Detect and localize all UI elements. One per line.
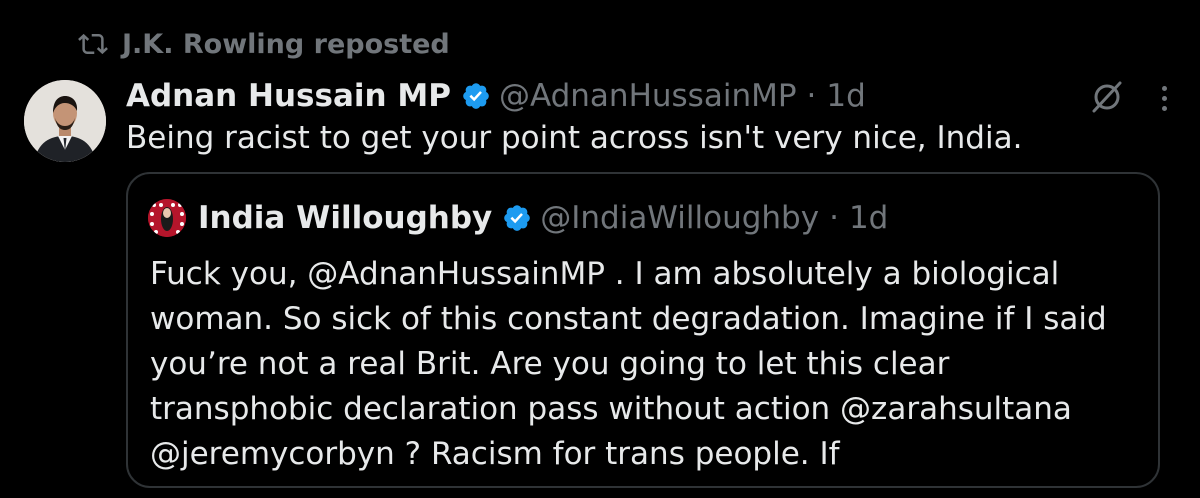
quote-text-line: @jeremycorbyn ? Racism for trans people.… bbox=[150, 436, 840, 472]
quote-author-handle[interactable]: @IndiaWilloughby bbox=[540, 200, 819, 236]
quote-text-line: you’re not a real Brit. Are you going to… bbox=[150, 346, 950, 382]
author-avatar[interactable] bbox=[24, 80, 106, 162]
author-name[interactable]: Adnan Hussain MP bbox=[126, 78, 451, 114]
quote-text: Fuck you, @AdnanHussainMP . I am absolut… bbox=[150, 252, 1150, 477]
more-options-icon[interactable] bbox=[1150, 82, 1178, 114]
quote-text-line: Fuck you, @AdnanHussainMP . I am absolut… bbox=[150, 256, 1060, 292]
quoted-tweet-card[interactable]: India Willoughby @IndiaWilloughby · 1d F… bbox=[126, 172, 1160, 488]
author-handle[interactable]: @AdnanHussainMP bbox=[499, 78, 797, 114]
quote-text-line: transphobic declaration pass without act… bbox=[150, 391, 1072, 427]
grok-icon[interactable] bbox=[1088, 78, 1126, 116]
tweet-timestamp[interactable]: 1d bbox=[826, 78, 865, 114]
quote-text-line: woman. So sick of this constant degradat… bbox=[150, 301, 1107, 337]
tweet-text: Being racist to get your point across is… bbox=[126, 120, 1023, 156]
tweet-author-row: Adnan Hussain MP @AdnanHussainMP · 1d bbox=[126, 72, 866, 120]
separator-dot: · bbox=[806, 78, 817, 114]
repost-header: J.K. Rowling reposted bbox=[78, 24, 450, 64]
verified-badge-icon bbox=[463, 83, 489, 109]
quote-separator-dot: · bbox=[829, 200, 839, 236]
quote-timestamp[interactable]: 1d bbox=[849, 200, 888, 236]
quote-verified-badge-icon bbox=[504, 205, 531, 231]
quote-author-row: India Willoughby @IndiaWilloughby · 1d bbox=[148, 196, 888, 240]
quote-author-name[interactable]: India Willoughby bbox=[198, 200, 492, 236]
quote-author-avatar[interactable] bbox=[148, 199, 186, 237]
repost-label[interactable]: J.K. Rowling reposted bbox=[122, 29, 450, 60]
repost-icon bbox=[78, 33, 108, 55]
